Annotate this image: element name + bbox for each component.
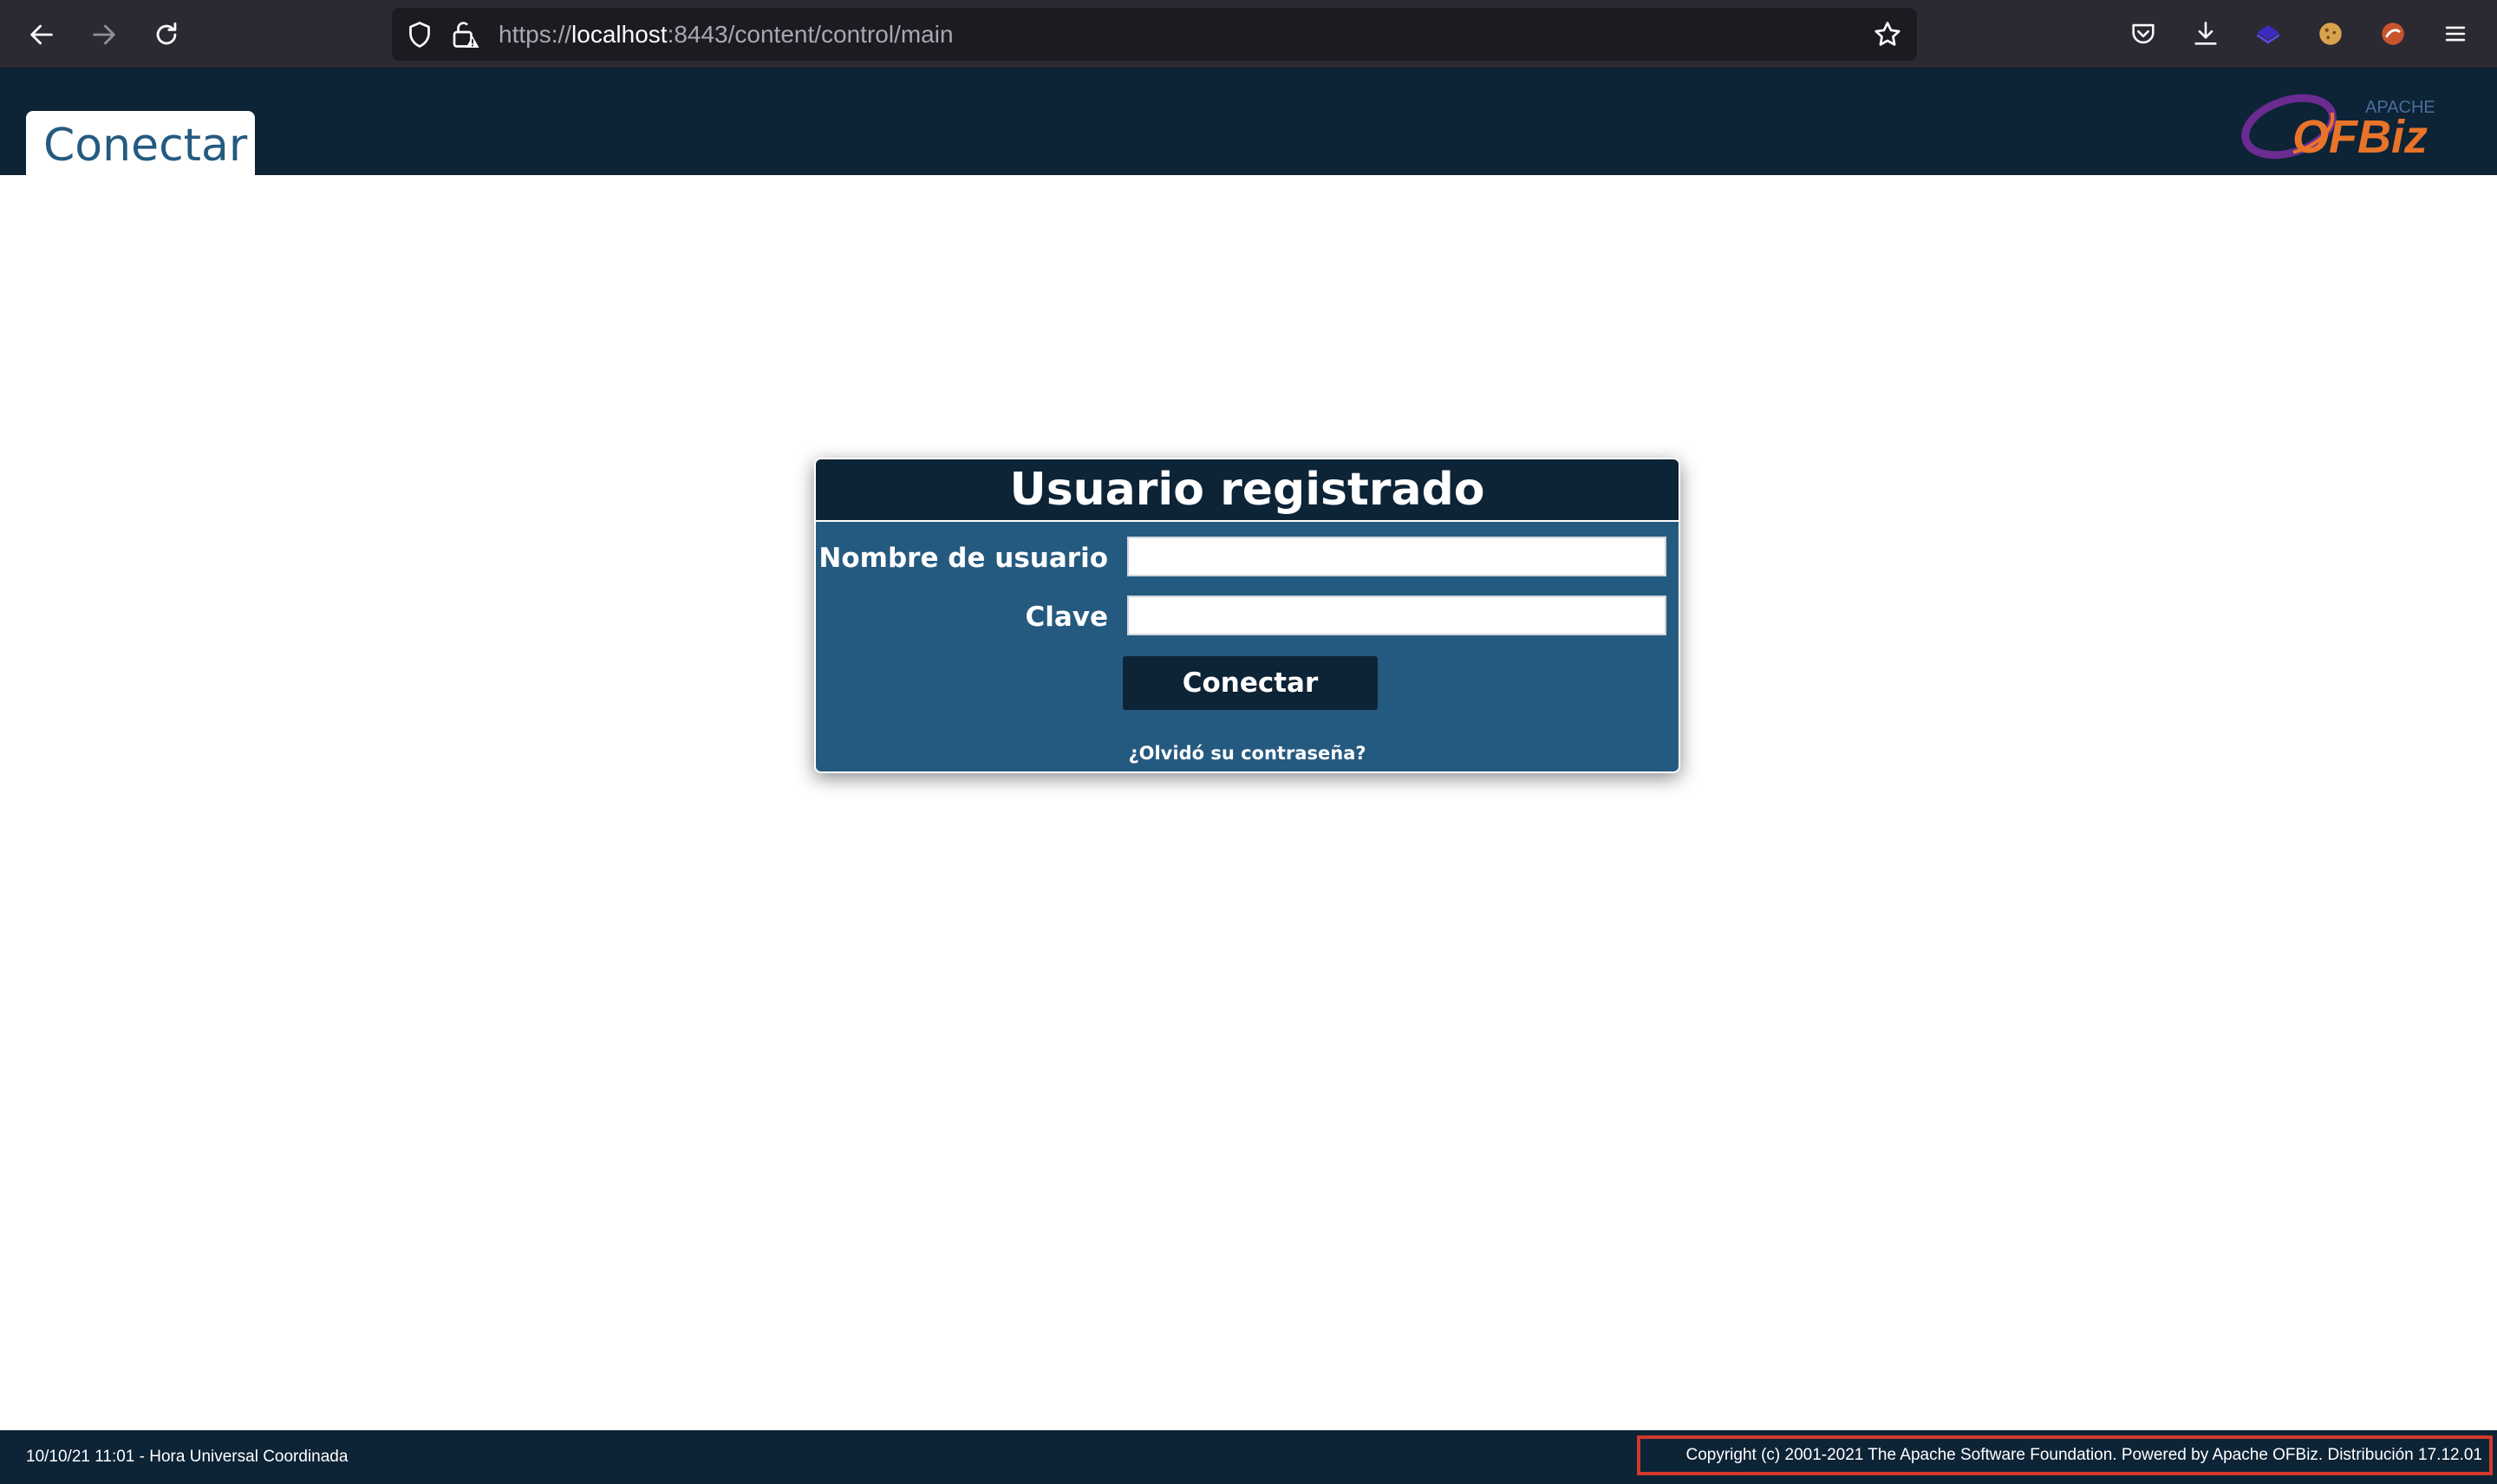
login-title-bar: Usuario registrado	[816, 459, 1679, 522]
shield-icon[interactable]	[404, 19, 435, 50]
forgot-password-link[interactable]: ¿Olvidó su contraseña?	[816, 743, 1679, 764]
footer-copyright: Copyright (c) 2001-2021 The Apache Softw…	[1685, 1446, 2482, 1464]
browser-toolbar: https://localhost:8443/content/control/m…	[0, 0, 2497, 68]
menu-button[interactable]	[2437, 16, 2474, 52]
forward-button[interactable]	[86, 16, 122, 53]
arrow-right-icon	[93, 24, 115, 45]
url-bar[interactable]: https://localhost:8443/content/control/m…	[392, 8, 1917, 61]
cookie-extension-button[interactable]	[2312, 16, 2349, 52]
ofbiz-logo[interactable]: APACHE OFBiz	[2235, 87, 2447, 163]
password-label: Clave	[1025, 602, 1108, 633]
arrow-left-icon	[30, 24, 53, 45]
addon-button[interactable]	[2375, 16, 2411, 52]
reload-icon	[156, 22, 177, 45]
footer-datetime: 10/10/21 11:01 - Hora Universal Coordina…	[26, 1448, 349, 1466]
back-button[interactable]	[23, 16, 60, 53]
username-label: Nombre de usuario	[818, 543, 1108, 574]
footer-copyright-highlight: Copyright (c) 2001-2021 The Apache Softw…	[1637, 1435, 2493, 1475]
download-icon	[2194, 21, 2217, 45]
hamburger-menu-icon	[2445, 26, 2466, 42]
pocket-icon	[2132, 23, 2155, 44]
header-tab-label: Conectar	[43, 120, 248, 172]
username-input[interactable]	[1127, 537, 1666, 576]
lock-warning-icon[interactable]	[449, 19, 480, 50]
reload-button[interactable]	[148, 16, 185, 53]
login-submit-button[interactable]: Conectar	[1123, 656, 1378, 710]
extension-icon	[2256, 25, 2280, 44]
password-input[interactable]	[1127, 596, 1666, 635]
login-box: Usuario registrado Nombre de usuario Cla…	[814, 458, 1680, 773]
logo-ofbiz-text: OFBiz	[2292, 111, 2428, 163]
footer: 10/10/21 11:01 - Hora Universal Coordina…	[0, 1430, 2497, 1484]
login-title: Usuario registrado	[1009, 464, 1485, 516]
header-tab-conectar[interactable]: Conectar	[26, 111, 255, 175]
downloads-button[interactable]	[2187, 16, 2224, 52]
url-host: localhost	[571, 21, 668, 48]
star-icon[interactable]	[1872, 19, 1903, 50]
cookie-icon	[2319, 23, 2342, 45]
addon-icon	[2382, 23, 2404, 45]
app-header: Conectar APACHE OFBiz	[0, 68, 2497, 175]
url-prefix: https://	[499, 21, 572, 48]
extension-button[interactable]	[2250, 16, 2286, 52]
pocket-button[interactable]	[2125, 16, 2161, 52]
url-text[interactable]: https://localhost:8443/content/control/m…	[499, 8, 954, 61]
url-path: :8443/content/control/main	[667, 21, 954, 48]
